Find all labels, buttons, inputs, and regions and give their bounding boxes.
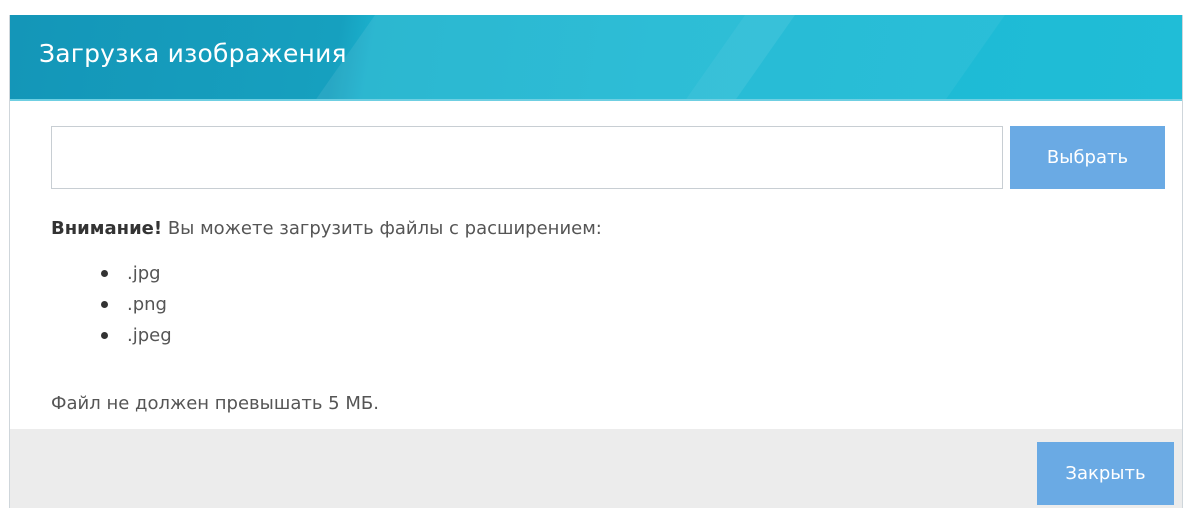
bullet-icon [101,332,108,339]
extension-label: .jpg [127,263,161,284]
extension-list: .jpg .png .jpeg [101,258,172,351]
notice-text: Внимание! Вы можете загрузить файлы с ра… [51,218,602,239]
extension-label: .png [127,294,167,315]
upload-image-dialog: Загрузка изображения Выбрать Внимание! В… [9,15,1183,508]
dialog-header: Загрузка изображения [10,15,1182,99]
bullet-icon [101,301,108,308]
header-divider [10,99,1182,101]
list-item: .png [101,289,172,320]
close-button[interactable]: Закрыть [1037,442,1174,505]
list-item: .jpg [101,258,172,289]
file-path-input[interactable] [51,126,1003,189]
extension-label: .jpeg [127,325,172,346]
choose-file-button[interactable]: Выбрать [1010,126,1165,189]
notice-bold: Внимание! [51,218,163,239]
dialog-footer: Закрыть [10,429,1182,508]
dialog-title: Загрузка изображения [39,39,347,68]
bullet-icon [101,270,108,277]
list-item: .jpeg [101,320,172,351]
notice-message: Вы можете загрузить файлы с расширением: [162,218,602,239]
file-size-note: Файл не должен превышать 5 МБ. [51,393,379,414]
